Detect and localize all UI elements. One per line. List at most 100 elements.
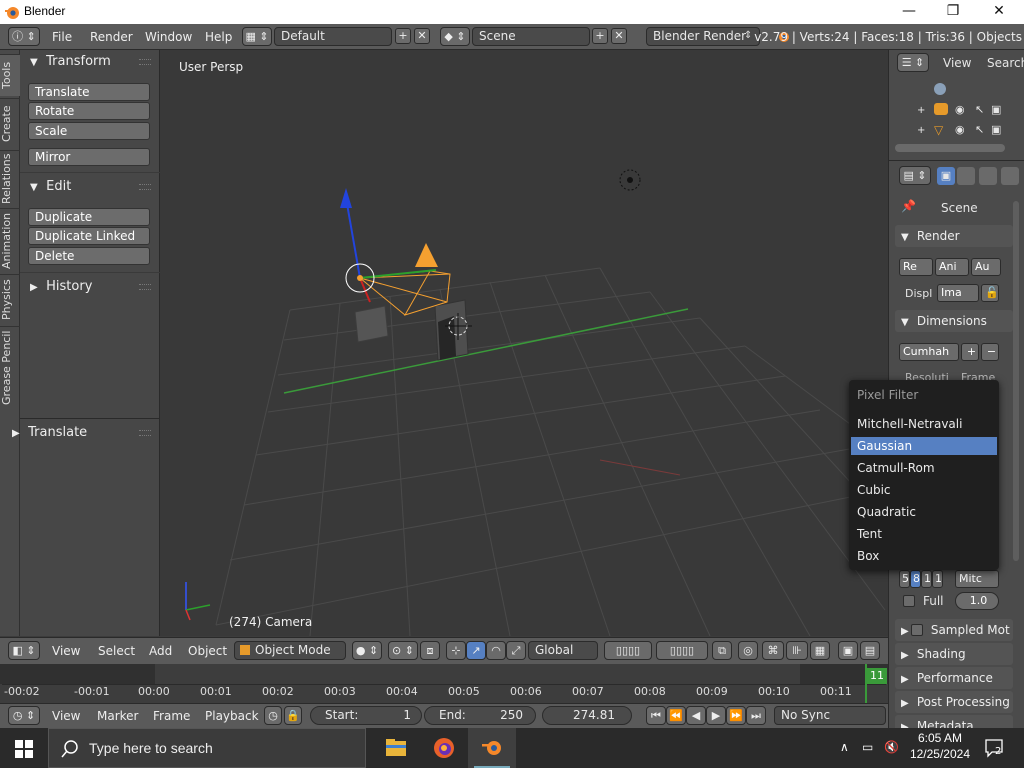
tab-tools[interactable]: Tools — [0, 54, 20, 96]
viewport-shading-icon[interactable]: ● ⇕ — [352, 641, 382, 660]
remove-preset-icon[interactable]: − — [981, 343, 999, 361]
firefox-app[interactable] — [420, 728, 468, 768]
screen-layout-icon[interactable]: ▦ ⇕ — [242, 27, 272, 46]
pin-icon[interactable]: 📌 — [901, 199, 916, 213]
dimensions-panel-header[interactable]: ▼ Dimensions — [895, 310, 1013, 332]
transform-panel-header[interactable]: ▼ Transform — [30, 54, 111, 69]
expand-plus-icon[interactable]: + — [917, 105, 925, 116]
remove-scene-icon[interactable]: ✕ — [611, 28, 627, 44]
chevron-up-icon[interactable]: ∧ — [840, 740, 849, 754]
jump-to-keyframe-back-icon[interactable]: ⏪ — [666, 706, 686, 725]
visibility-eye-icon[interactable]: ◉ — [955, 123, 965, 136]
jump-to-start-icon[interactable]: ⏮ — [646, 706, 666, 725]
panel-grip-icon[interactable] — [139, 184, 151, 190]
menu-item-box[interactable]: Box — [851, 547, 997, 565]
duplicate-button[interactable]: Duplicate — [28, 208, 150, 226]
pivot-point-icon[interactable]: ⊙ ⇕ — [388, 641, 418, 660]
timeline[interactable]: -00:02 -00:01 00:00 00:01 00:02 00:03 00… — [0, 664, 888, 703]
align-icon[interactable]: ⧈ — [420, 641, 440, 660]
remove-layout-icon[interactable]: ✕ — [414, 28, 430, 44]
add-preset-icon[interactable]: + — [961, 343, 979, 361]
transform-orientation-select[interactable]: Global — [528, 641, 598, 660]
network-icon[interactable]: ▭ — [862, 740, 873, 754]
post-processing-panel-header[interactable]: ▶ Post Processing — [895, 691, 1013, 713]
jump-to-keyframe-forward-icon[interactable]: ⏩ — [726, 706, 746, 725]
opengl-render-image-icon[interactable]: ▣ — [838, 641, 858, 660]
taskbar-search-box[interactable]: Type here to search — [48, 728, 366, 768]
aa-sample-5[interactable]: 5 — [899, 570, 910, 588]
menu-frame[interactable]: Frame — [153, 709, 190, 723]
tab-create[interactable]: Create — [0, 98, 20, 148]
edit-panel-header[interactable]: ▼ Edit — [30, 179, 71, 194]
camera-icon[interactable]: ▽ — [934, 123, 943, 137]
menu-item-tent[interactable]: Tent — [851, 525, 997, 543]
maximize-button[interactable]: ❐ — [930, 0, 976, 24]
shading-panel-header[interactable]: ▶ Shading — [895, 643, 1013, 665]
tab-grease-pencil[interactable]: Grease Pencil — [0, 326, 20, 408]
editor-type-info-icon[interactable]: ⓘ ⇕ — [8, 27, 40, 46]
3d-viewport[interactable]: User Persp (274) Camera — [160, 50, 888, 636]
proportional-edit-icon[interactable]: ◎ — [738, 641, 758, 660]
snap-element-icon[interactable]: ⊪ — [786, 641, 808, 660]
menu-item-mitchell-netravali[interactable]: Mitchell-Netravali — [851, 415, 997, 433]
scene-tab-icon[interactable] — [979, 167, 997, 185]
panel-grip-icon[interactable] — [139, 430, 151, 436]
menu-view[interactable]: View — [52, 709, 80, 723]
render-camera-icon[interactable]: ▣ — [991, 123, 1001, 136]
tab-physics[interactable]: Physics — [0, 274, 20, 324]
windows-start-icon[interactable] — [15, 740, 33, 758]
translate-manipulator-icon[interactable]: ↗ — [466, 641, 486, 660]
scene-field[interactable]: Scene — [472, 27, 590, 46]
delete-button[interactable]: Delete — [28, 247, 150, 265]
menu-render[interactable]: Render — [90, 30, 133, 44]
render-tab-camera-icon[interactable]: ▣ — [937, 167, 955, 185]
panel-grip-icon[interactable] — [139, 284, 151, 290]
add-layout-icon[interactable]: + — [395, 28, 411, 44]
render-layers-tab-icon[interactable] — [957, 167, 975, 185]
scene-layers-1-icon[interactable]: ▯▯▯▯ — [604, 641, 652, 660]
pixel-filter-select[interactable]: Mitc — [955, 570, 999, 588]
scene-layers-2-icon[interactable]: ▯▯▯▯ — [656, 641, 708, 660]
menu-item-catmull-rom[interactable]: Catmull-Rom — [851, 459, 997, 477]
display-select[interactable]: Ima — [937, 284, 979, 302]
menu-marker[interactable]: Marker — [97, 709, 138, 723]
lock-icon[interactable]: 🔓 — [981, 284, 999, 302]
jump-to-end-icon[interactable]: ⏭ — [746, 706, 766, 725]
aa-sample-16[interactable]: 1 — [932, 570, 943, 588]
properties-editor-type-icon[interactable]: ▤ ⇕ — [899, 166, 931, 185]
properties-scrollbar[interactable] — [1013, 201, 1019, 561]
menu-file[interactable]: File — [52, 30, 72, 44]
play-icon[interactable]: ▶ — [706, 706, 726, 725]
current-frame-field[interactable]: 274.81 — [542, 706, 632, 725]
full-sample-checkbox[interactable] — [903, 595, 915, 607]
screen-layout-field[interactable]: Default — [274, 27, 392, 46]
interaction-mode-select[interactable]: Object Mode — [234, 641, 346, 660]
visibility-eye-icon[interactable]: ◉ — [955, 103, 965, 116]
start-frame-field[interactable]: Start: 1 — [310, 706, 422, 725]
menu-item-cubic[interactable]: Cubic — [851, 481, 997, 499]
menu-select[interactable]: Select — [98, 644, 135, 658]
filter-size-field[interactable]: 1.0 — [955, 592, 999, 610]
render-audio-button[interactable]: Au — [971, 258, 1001, 276]
layer-lock-icon[interactable]: ⧉ — [712, 641, 732, 660]
scene-icon[interactable]: ◆ ⇕ — [440, 27, 470, 46]
render-engine-select[interactable]: Blender Render — [646, 27, 760, 46]
panel-grip-icon[interactable] — [139, 59, 151, 65]
menu-view[interactable]: View — [52, 644, 80, 658]
menu-item-quadratic[interactable]: Quadratic — [851, 503, 997, 521]
current-frame-badge[interactable]: 11 — [867, 668, 887, 684]
snap-toggle-icon[interactable]: ⌘ — [762, 641, 784, 660]
render-animation-button[interactable]: Ani — [935, 258, 969, 276]
timeline-lock-icon[interactable]: 🔒 — [284, 706, 302, 725]
add-scene-icon[interactable]: + — [592, 28, 608, 44]
scale-manipulator-icon[interactable]: ⤢ — [506, 641, 526, 660]
scene-canvas[interactable] — [160, 50, 888, 636]
end-frame-field[interactable]: End: 250 — [424, 706, 536, 725]
blender-app[interactable] — [468, 728, 516, 768]
snap-target-icon[interactable]: ▦ — [810, 641, 830, 660]
duplicate-linked-button[interactable]: Duplicate Linked — [28, 227, 150, 245]
3d-view-editor-type-icon[interactable]: ◧ ⇕ — [8, 641, 40, 660]
outliner-editor-type-icon[interactable]: ☰ ⇕ — [897, 53, 929, 72]
file-explorer-app[interactable] — [372, 728, 420, 768]
timeline-clock-icon[interactable]: ◷ — [264, 706, 282, 725]
